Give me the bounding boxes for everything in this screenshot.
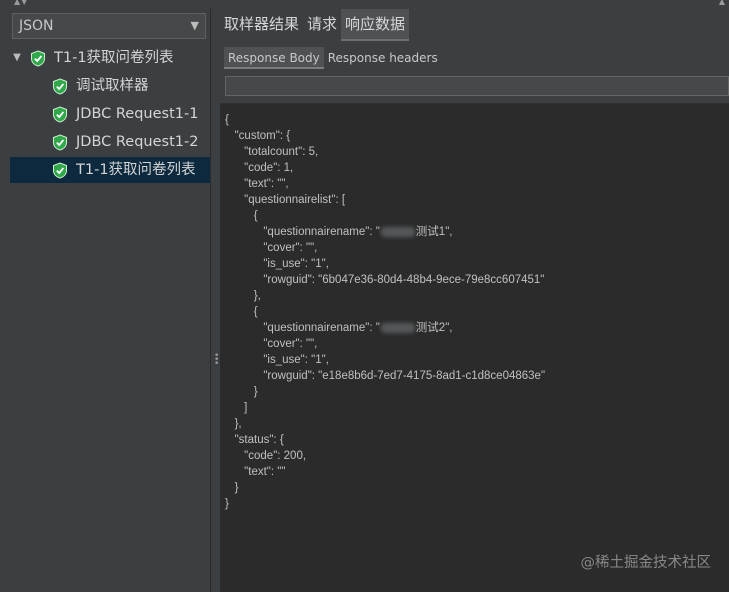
response-body-viewer[interactable]: { "custom": { "totalcount": 5, "code": 1… [220, 104, 729, 592]
panel-splitter[interactable]: • • • [211, 9, 220, 592]
results-panel: 取样器结果 请求 响应数据 Response Body Response hea… [220, 9, 729, 592]
tab-response-headers[interactable]: Response headers [324, 47, 442, 69]
tab-response-data[interactable]: 响应数据 [341, 9, 410, 41]
json-text: { "custom": { "totalcount": 5, "code": 1… [225, 114, 546, 510]
chevron-down-icon[interactable]: ▼ [191, 14, 199, 38]
tree-item-label: 调试取样器 [76, 78, 149, 94]
renderer-select-value: JSON [19, 18, 54, 34]
success-shield-icon [53, 77, 67, 95]
tree-item-selected[interactable]: T1-1获取问卷列表 [10, 157, 210, 183]
tree-item-label: JDBC Request1-1 [76, 106, 199, 122]
tab-sampler-result[interactable]: 取样器结果 [220, 9, 303, 41]
redacted-text [380, 226, 415, 237]
success-shield-icon [53, 133, 67, 151]
tree-item-label: JDBC Request1-2 [76, 134, 199, 150]
search-input[interactable] [225, 76, 729, 96]
success-shield-icon [53, 161, 67, 179]
response-subtabs: Response Body Response headers [224, 47, 442, 69]
redacted-text [380, 322, 415, 333]
tab-response-body[interactable]: Response Body [224, 47, 324, 69]
result-tabs: 取样器结果 请求 响应数据 [220, 9, 410, 41]
tab-request[interactable]: 请求 [303, 9, 341, 41]
expand-toggle-icon[interactable]: ▼ [10, 45, 24, 71]
sampler-tree-panel: JSON ▼ ▼ T1-1获取问卷列表 调试取样器 JDBC Request1-… [0, 9, 211, 592]
tree-item-root[interactable]: ▼ T1-1获取问卷列表 [10, 45, 210, 71]
watermark: @稀土掘金技术社区 [580, 555, 712, 571]
tree-item-label: T1-1获取问卷列表 [54, 50, 174, 66]
tree-item-label: T1-1获取问卷列表 [76, 162, 196, 178]
tree-item-jdbc-request-1[interactable]: JDBC Request1-1 [52, 101, 210, 127]
drag-handle-icon[interactable]: • • • [214, 352, 219, 369]
collapse-arrows-icon[interactable]: ▲▼ [14, 0, 28, 6]
success-shield-icon [53, 105, 67, 123]
success-shield-icon [31, 49, 45, 67]
arrow-right-icon[interactable]: ▲ [719, 0, 725, 6]
renderer-select[interactable]: JSON ▼ [12, 13, 206, 39]
tree-item-jdbc-request-2[interactable]: JDBC Request1-2 [52, 129, 210, 155]
tree-item-debug-sampler[interactable]: 调试取样器 [52, 73, 210, 99]
